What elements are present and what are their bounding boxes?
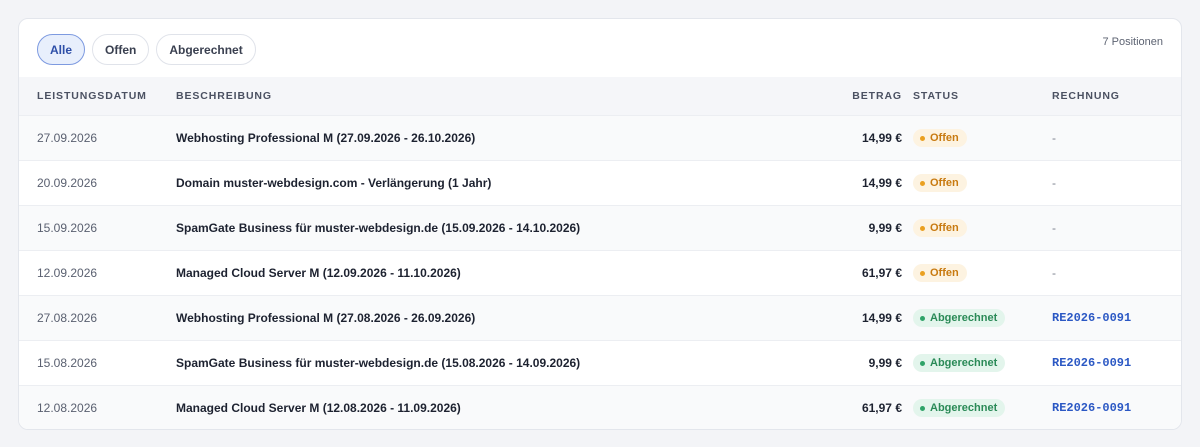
row-amount: 9,99 €: [868, 356, 902, 370]
row-status: Abgerechnet: [913, 386, 1006, 429]
row-date: 20.09.2026: [37, 176, 98, 190]
invoice-empty: -: [1052, 221, 1056, 235]
status-label: Offen: [930, 132, 959, 144]
column-header-date[interactable]: LEISTUNGSDATUM: [37, 90, 147, 102]
status-badge: Offen: [913, 219, 967, 237]
row-amount: 61,97 €: [861, 401, 902, 415]
status-label: Offen: [930, 222, 959, 234]
row-description: Webhosting Professional M (27.09.2026 - …: [176, 131, 476, 145]
row-invoice: RE2026-0091: [1052, 341, 1131, 385]
invoice-empty: -: [1052, 176, 1056, 190]
row-date: 15.09.2026: [37, 221, 98, 235]
column-header-status[interactable]: STATUS: [913, 90, 959, 102]
row-amount: 61,97 €: [861, 266, 902, 280]
row-date: 27.09.2026: [37, 131, 98, 145]
table-row[interactable]: 12.09.2026 Managed Cloud Server M (12.09…: [19, 251, 1181, 296]
row-status: Abgerechnet: [913, 341, 1006, 385]
invoice-link[interactable]: RE2026-0091: [1052, 356, 1131, 370]
status-badge: Abgerechnet: [913, 309, 1006, 327]
table-row[interactable]: 12.08.2026 Managed Cloud Server M (12.08…: [19, 386, 1181, 429]
column-header-description[interactable]: BESCHREIBUNG: [176, 90, 272, 102]
table-header: LEISTUNGSDATUM BESCHREIBUNG BETRAG STATU…: [19, 77, 1181, 116]
table-row[interactable]: 27.09.2026 Webhosting Professional M (27…: [19, 116, 1181, 161]
row-invoice: -: [1052, 161, 1056, 205]
column-header-invoice[interactable]: RECHNUNG: [1052, 90, 1120, 102]
row-invoice: -: [1052, 251, 1056, 295]
table-row[interactable]: 27.08.2026 Webhosting Professional M (27…: [19, 296, 1181, 341]
filter-group: Alle Offen Abgerechnet: [37, 34, 256, 65]
billing-positions-card: Alle Offen Abgerechnet 7 Positionen LEIS…: [18, 18, 1182, 430]
status-label: Abgerechnet: [930, 357, 998, 369]
status-dot-icon: [920, 270, 925, 276]
row-status: Offen: [913, 161, 967, 205]
status-dot-icon: [920, 360, 925, 366]
table-row[interactable]: 20.09.2026 Domain muster-webdesign.com -…: [19, 161, 1181, 206]
invoice-link[interactable]: RE2026-0091: [1052, 311, 1131, 325]
row-description: SpamGate Business für muster-webdesign.d…: [176, 221, 581, 235]
status-badge: Offen: [913, 174, 967, 192]
status-dot-icon: [920, 225, 925, 231]
status-label: Abgerechnet: [930, 402, 998, 414]
row-date: 15.08.2026: [37, 356, 98, 370]
row-invoice: -: [1052, 116, 1056, 160]
row-description: SpamGate Business für muster-webdesign.d…: [176, 356, 581, 370]
table-row[interactable]: 15.09.2026 SpamGate Business für muster-…: [19, 206, 1181, 251]
positions-count: 7 Positionen: [1102, 36, 1163, 48]
row-description: Managed Cloud Server M (12.08.2026 - 11.…: [176, 401, 461, 415]
column-header-amount[interactable]: BETRAG: [852, 90, 902, 102]
row-invoice: RE2026-0091: [1052, 296, 1131, 340]
invoice-link[interactable]: RE2026-0091: [1052, 401, 1131, 415]
row-status: Offen: [913, 251, 967, 295]
status-badge: Offen: [913, 129, 967, 147]
table-row[interactable]: 15.08.2026 SpamGate Business für muster-…: [19, 341, 1181, 386]
row-date: 12.08.2026: [37, 401, 98, 415]
row-status: Offen: [913, 206, 967, 250]
row-invoice: RE2026-0091: [1052, 386, 1131, 429]
status-dot-icon: [920, 405, 925, 411]
row-description: Webhosting Professional M (27.08.2026 - …: [176, 311, 476, 325]
status-badge: Abgerechnet: [913, 399, 1006, 417]
invoice-empty: -: [1052, 131, 1056, 145]
row-amount: 14,99 €: [861, 311, 902, 325]
row-amount: 14,99 €: [861, 176, 902, 190]
status-dot-icon: [920, 135, 925, 141]
filter-billed-button[interactable]: Abgerechnet: [156, 34, 256, 65]
status-label: Abgerechnet: [930, 312, 998, 324]
status-dot-icon: [920, 315, 925, 321]
status-badge: Offen: [913, 264, 967, 282]
row-description: Domain muster-webdesign.com - Verlängeru…: [176, 176, 492, 190]
filter-open-button[interactable]: Offen: [92, 34, 150, 65]
filter-all-button[interactable]: Alle: [37, 34, 86, 65]
row-status: Abgerechnet: [913, 296, 1006, 340]
row-amount: 14,99 €: [861, 131, 902, 145]
row-description: Managed Cloud Server M (12.09.2026 - 11.…: [176, 266, 461, 280]
status-dot-icon: [920, 180, 925, 186]
status-label: Offen: [930, 177, 959, 189]
row-invoice: -: [1052, 206, 1056, 250]
row-status: Offen: [913, 116, 967, 160]
status-label: Offen: [930, 267, 959, 279]
invoice-empty: -: [1052, 266, 1056, 280]
row-date: 27.08.2026: [37, 311, 98, 325]
row-amount: 9,99 €: [868, 221, 902, 235]
filter-toolbar: Alle Offen Abgerechnet 7 Positionen: [19, 19, 1181, 77]
row-date: 12.09.2026: [37, 266, 98, 280]
status-badge: Abgerechnet: [913, 354, 1006, 372]
